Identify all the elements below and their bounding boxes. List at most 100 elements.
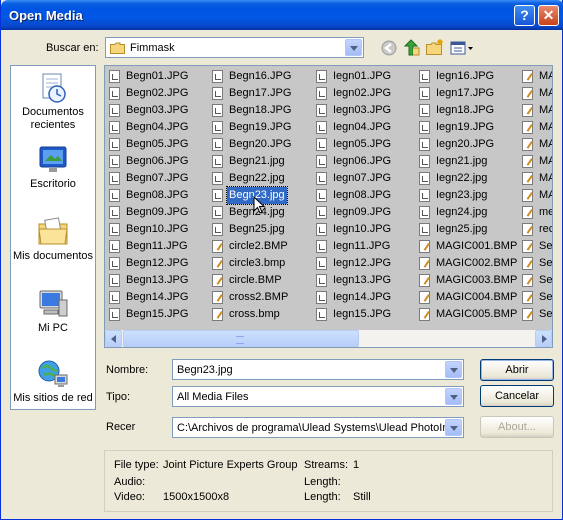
recer-combo[interactable]: C:\Archivos de programa\Ulead Systems\Ul… xyxy=(172,417,464,438)
place-my-computer[interactable]: Mi PC xyxy=(11,288,95,335)
bmp-file-icon xyxy=(212,274,223,287)
file-name: Iegn24.jpg xyxy=(436,206,488,218)
file-name: Iegn06.JPG xyxy=(333,155,392,167)
back-icon[interactable] xyxy=(379,38,399,58)
jpg-file-icon xyxy=(109,206,120,219)
file-name: MA xyxy=(539,121,552,133)
view-menu-icon[interactable] xyxy=(449,38,475,58)
place-recent-documents[interactable]: Documentos recientes xyxy=(11,72,95,132)
jpg-file-icon xyxy=(212,70,223,83)
help-button[interactable]: ? xyxy=(514,5,535,26)
lookin-value: Fimmask xyxy=(130,42,175,54)
file-name: Begn05.JPG xyxy=(126,138,189,150)
jpg-file-icon xyxy=(109,70,120,83)
file-name: MAGIC002.BMP xyxy=(436,257,518,269)
open-button[interactable]: Abrir xyxy=(480,359,554,381)
file-name: cross.bmp xyxy=(229,308,280,320)
bmp-file-icon xyxy=(522,70,533,83)
name-label: Nombre: xyxy=(106,364,149,376)
bmp-file-icon xyxy=(212,257,223,270)
file-name: Begn04.JPG xyxy=(126,121,189,133)
window-title: Open Media xyxy=(9,8,83,23)
file-name: Begn07.JPG xyxy=(126,172,189,184)
bmp-file-icon xyxy=(419,308,430,321)
jpg-file-icon xyxy=(109,308,120,321)
jpg-file-icon xyxy=(212,87,223,100)
file-name: Iegn13.JPG xyxy=(333,274,392,286)
cancel-button[interactable]: Cancelar xyxy=(480,385,554,407)
file-name: Begn09.JPG xyxy=(126,206,189,218)
new-folder-icon[interactable] xyxy=(425,38,445,58)
horizontal-scrollbar[interactable] xyxy=(105,330,552,347)
file-list-items: Begn01.JPG Begn02.JPG Begn03.JPG Begn04.JPG… xyxy=(105,66,552,330)
place-label: Escritorio xyxy=(30,178,76,190)
name-value: Begn23.jpg xyxy=(177,364,233,376)
jpg-file-icon xyxy=(109,274,120,287)
place-my-documents[interactable]: Mis documentos xyxy=(11,216,95,263)
folder-icon xyxy=(110,42,125,54)
place-network-places[interactable]: Mis sitios de red xyxy=(11,358,95,405)
open-media-dialog: Open Media ? ✕ Buscar en: Fimmask Docume… xyxy=(0,0,563,520)
lookin-combo[interactable]: Fimmask xyxy=(105,37,364,58)
chevron-down-icon[interactable] xyxy=(445,419,462,436)
jpg-file-icon xyxy=(419,155,430,168)
jpg-file-icon xyxy=(109,87,120,100)
file-name: Begn25.jpg xyxy=(229,223,285,235)
close-button[interactable]: ✕ xyxy=(538,5,559,26)
scroll-right-icon[interactable] xyxy=(535,330,552,347)
streams-value: 1 xyxy=(353,459,360,471)
jpg-file-icon xyxy=(316,121,327,134)
file-name: Begn02.JPG xyxy=(126,87,189,99)
chevron-down-icon[interactable] xyxy=(445,388,462,405)
file-name: Seg xyxy=(539,274,552,286)
bmp-file-icon xyxy=(419,274,430,287)
scrollbar-thumb[interactable] xyxy=(123,330,359,347)
bmp-file-icon xyxy=(522,172,533,185)
title-bar[interactable]: Open Media ? ✕ xyxy=(1,0,563,30)
jpg-file-icon xyxy=(316,189,327,202)
type-combo[interactable]: All Media Files xyxy=(172,386,464,407)
up-folder-icon[interactable] xyxy=(402,38,422,58)
file-name: Iegn25.jpg xyxy=(436,223,488,235)
file-name: MAGIC001.BMP xyxy=(436,240,518,252)
scroll-left-icon[interactable] xyxy=(105,330,122,347)
file-name: MA xyxy=(539,155,552,167)
file-name: Iegn04.JPG xyxy=(333,121,392,133)
jpg-file-icon xyxy=(212,155,223,168)
file-name: Iegn01.JPG xyxy=(333,70,392,82)
jpg-file-icon xyxy=(212,121,223,134)
file-name: Iegn12.JPG xyxy=(333,257,392,269)
file-list[interactable]: Begn01.JPG Begn02.JPG Begn03.JPG Begn04.JPG… xyxy=(104,65,553,348)
file-name: Iegn09.JPG xyxy=(333,206,392,218)
place-label: Mis sitios de red xyxy=(13,392,93,404)
place-label: Mi PC xyxy=(38,322,68,334)
file-name: Begn03.JPG xyxy=(126,104,189,116)
jpg-file-icon xyxy=(109,257,120,270)
jpg-file-icon xyxy=(316,206,327,219)
name-combo[interactable]: Begn23.jpg xyxy=(172,359,464,380)
my-computer-icon xyxy=(37,288,69,320)
file-name: Begn22.jpg xyxy=(229,172,285,184)
file-name: Iegn07.JPG xyxy=(333,172,392,184)
chevron-down-icon[interactable] xyxy=(345,39,362,56)
place-label: Documentos recientes xyxy=(22,106,84,131)
place-desktop[interactable]: Escritorio xyxy=(11,144,95,191)
chevron-down-icon[interactable] xyxy=(445,361,462,378)
jpg-file-icon xyxy=(316,104,327,117)
file-name: Iegn16.JPG xyxy=(436,70,495,82)
jpg-file-icon xyxy=(109,223,120,236)
jpg-file-icon xyxy=(419,223,430,236)
recent-documents-icon xyxy=(37,72,69,104)
bmp-file-icon xyxy=(522,291,533,304)
file-name: Iegn20.JPG xyxy=(436,138,495,150)
file-name: Begn08.JPG xyxy=(126,189,189,201)
jpg-file-icon xyxy=(419,121,430,134)
file-name: MAGIC003.BMP xyxy=(436,274,518,286)
file-name: Iegn22.jpg xyxy=(436,172,488,184)
type-value: All Media Files xyxy=(177,391,249,403)
network-places-icon xyxy=(37,358,69,390)
file-name: MA xyxy=(539,87,552,99)
video-value: 1500x1500x8 xyxy=(163,491,230,503)
jpg-file-icon xyxy=(419,189,430,202)
desktop-icon xyxy=(37,144,69,176)
